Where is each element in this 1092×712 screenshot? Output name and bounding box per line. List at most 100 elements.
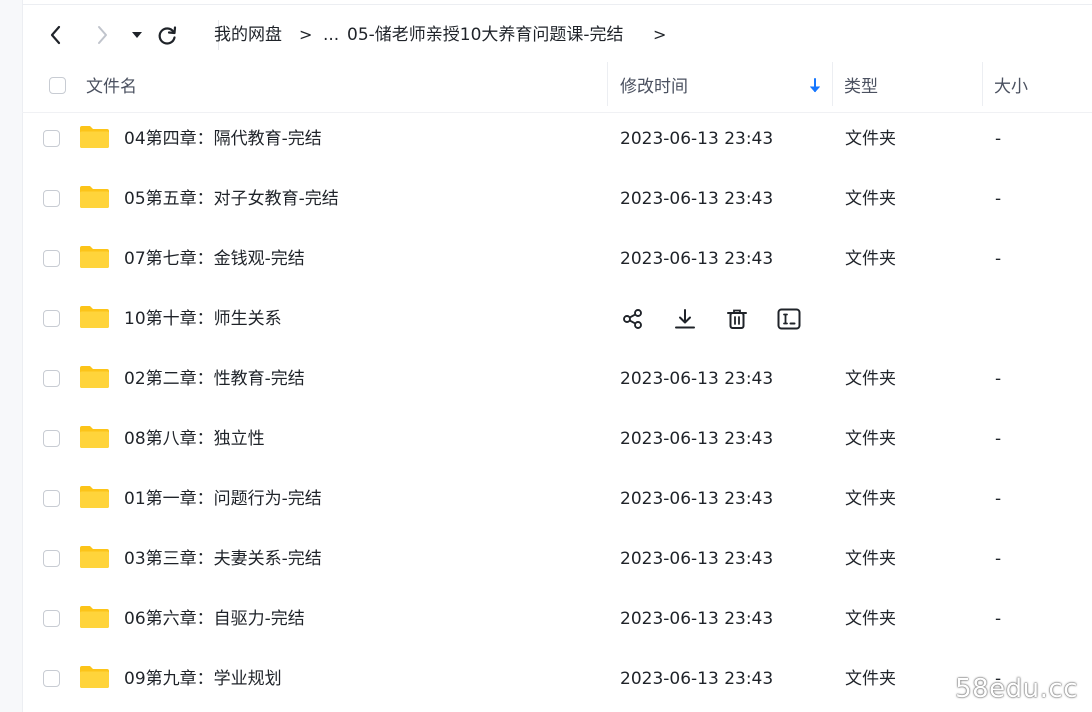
file-modified: 2023-06-13 23:43 xyxy=(620,249,774,269)
file-row[interactable]: 09第九章：学业规划 2023-06-13 23:43 文件夹 - xyxy=(22,649,1092,709)
row-checkbox[interactable] xyxy=(43,610,60,627)
file-type: 文件夹 xyxy=(845,129,896,149)
folder-icon xyxy=(80,186,109,208)
file-modified: 2023-06-13 23:43 xyxy=(620,549,774,569)
file-modified: 2023-06-13 23:43 xyxy=(620,669,774,689)
folder-icon xyxy=(80,126,109,148)
share-icon xyxy=(623,309,642,329)
column-divider xyxy=(607,62,608,106)
file-type: 文件夹 xyxy=(845,609,896,629)
breadcrumb-separator: > xyxy=(299,25,313,44)
chevron-left-icon xyxy=(50,25,61,45)
row-checkbox[interactable] xyxy=(43,190,60,207)
file-modified: 2023-06-13 23:43 xyxy=(620,489,774,509)
row-checkbox[interactable] xyxy=(43,250,60,267)
folder-icon xyxy=(80,606,109,628)
column-divider xyxy=(832,62,833,106)
share-button[interactable] xyxy=(618,304,648,334)
file-name[interactable]: 09第九章：学业规划 xyxy=(124,649,282,709)
file-modified: 2023-06-13 23:43 xyxy=(620,429,774,449)
column-modified-header[interactable]: 修改时间 xyxy=(620,62,688,112)
file-name[interactable]: 10第十章：师生关系 xyxy=(124,289,282,349)
file-size: - xyxy=(995,549,1002,569)
chevron-right-icon xyxy=(98,26,107,44)
file-type: 文件夹 xyxy=(845,489,896,509)
file-type: 文件夹 xyxy=(845,429,896,449)
back-button[interactable] xyxy=(42,20,70,50)
row-checkbox[interactable] xyxy=(43,310,60,327)
row-checkbox[interactable] xyxy=(43,370,60,387)
file-type: 文件夹 xyxy=(845,189,896,209)
file-name[interactable]: 03第三章：夫妻关系-完结 xyxy=(124,529,322,589)
file-name[interactable]: 02第二章：性教育-完结 xyxy=(124,349,305,409)
file-name[interactable]: 05第五章：对子女教育-完结 xyxy=(124,169,339,229)
breadcrumb-separator: > xyxy=(653,25,667,44)
caret-down-icon xyxy=(132,32,142,38)
file-modified: 2023-06-13 23:43 xyxy=(620,609,774,629)
file-row[interactable]: 01第一章：问题行为-完结 2023-06-13 23:43 文件夹 - xyxy=(22,469,1092,529)
watermark: 58edu.cc xyxy=(955,674,1078,704)
file-row[interactable]: 04第四章：隔代教育-完结 2023-06-13 23:43 文件夹 - xyxy=(22,109,1092,169)
file-size: - xyxy=(995,249,1002,269)
folder-icon xyxy=(80,666,109,688)
row-checkbox[interactable] xyxy=(43,430,60,447)
file-row[interactable]: 08第八章：独立性 2023-06-13 23:43 文件夹 - xyxy=(22,409,1092,469)
breadcrumb-root[interactable]: 我的网盘 xyxy=(214,8,282,62)
rename-button[interactable] xyxy=(774,304,804,334)
arrow-down-icon[interactable] xyxy=(808,78,822,94)
file-row[interactable]: 06第六章：自驱力-完结 2023-06-13 23:43 文件夹 - xyxy=(22,589,1092,649)
navigation-bar: 我的网盘 > ... 05-储老师亲授10大养育问题课-完结 > xyxy=(22,8,1092,62)
file-row[interactable]: 02第二章：性教育-完结 2023-06-13 23:43 文件夹 - xyxy=(22,349,1092,409)
column-type-header[interactable]: 类型 xyxy=(844,62,878,112)
file-row[interactable]: 07第七章：金钱观-完结 2023-06-13 23:43 文件夹 - xyxy=(22,229,1092,289)
folder-icon xyxy=(80,546,109,568)
file-type: 文件夹 xyxy=(845,669,896,689)
file-type: 文件夹 xyxy=(845,369,896,389)
file-modified: 2023-06-13 23:43 xyxy=(620,189,774,209)
history-dropdown-button[interactable] xyxy=(126,22,148,48)
file-name[interactable]: 04第四章：隔代教育-完结 xyxy=(124,109,322,169)
download-button[interactable] xyxy=(670,304,700,334)
folder-icon xyxy=(80,486,109,508)
top-divider xyxy=(22,4,1092,5)
file-name[interactable]: 06第六章：自驱力-完结 xyxy=(124,589,305,649)
file-modified: 2023-06-13 23:43 xyxy=(620,129,774,149)
file-name[interactable]: 08第八章：独立性 xyxy=(124,409,265,469)
refresh-button[interactable] xyxy=(152,20,182,50)
file-name[interactable]: 01第一章：问题行为-完结 xyxy=(124,469,322,529)
column-name-header[interactable]: 文件名 xyxy=(86,62,137,112)
forward-button[interactable] xyxy=(88,20,116,50)
file-row[interactable]: 03第三章：夫妻关系-完结 2023-06-13 23:43 文件夹 - xyxy=(22,529,1092,589)
file-modified: 2023-06-13 23:43 xyxy=(620,369,774,389)
folder-icon xyxy=(80,366,109,388)
refresh-icon xyxy=(158,26,177,45)
file-size: - xyxy=(995,609,1002,629)
folder-icon xyxy=(80,426,109,448)
breadcrumb-current[interactable]: 05-储老师亲授10大养育问题课-完结 xyxy=(347,8,624,62)
breadcrumb-ellipsis[interactable]: ... xyxy=(323,8,339,62)
row-checkbox[interactable] xyxy=(43,550,60,567)
delete-icon xyxy=(727,309,747,329)
rename-icon xyxy=(777,308,801,330)
column-divider xyxy=(982,62,983,106)
file-size: - xyxy=(995,429,1002,449)
file-size: - xyxy=(995,369,1002,389)
file-type: 文件夹 xyxy=(845,549,896,569)
file-name[interactable]: 07第七章：金钱观-完结 xyxy=(124,229,305,289)
row-checkbox[interactable] xyxy=(43,670,60,687)
column-size-header[interactable]: 大小 xyxy=(994,62,1028,112)
file-row-hovered[interactable]: 10第十章：师生关系 xyxy=(22,289,1092,349)
file-list-header: 文件名 修改时间 类型 大小 xyxy=(22,62,1092,113)
folder-icon xyxy=(80,246,109,268)
folder-icon xyxy=(80,306,109,328)
file-size: - xyxy=(995,489,1002,509)
select-all-checkbox[interactable] xyxy=(49,77,66,94)
left-sidebar-edge xyxy=(0,0,23,712)
row-actions xyxy=(618,304,826,334)
file-row[interactable]: 05第五章：对子女教育-完结 2023-06-13 23:43 文件夹 - xyxy=(22,169,1092,229)
download-icon xyxy=(675,309,695,329)
row-checkbox[interactable] xyxy=(43,490,60,507)
row-checkbox[interactable] xyxy=(43,130,60,147)
file-type: 文件夹 xyxy=(845,249,896,269)
delete-button[interactable] xyxy=(722,304,752,334)
